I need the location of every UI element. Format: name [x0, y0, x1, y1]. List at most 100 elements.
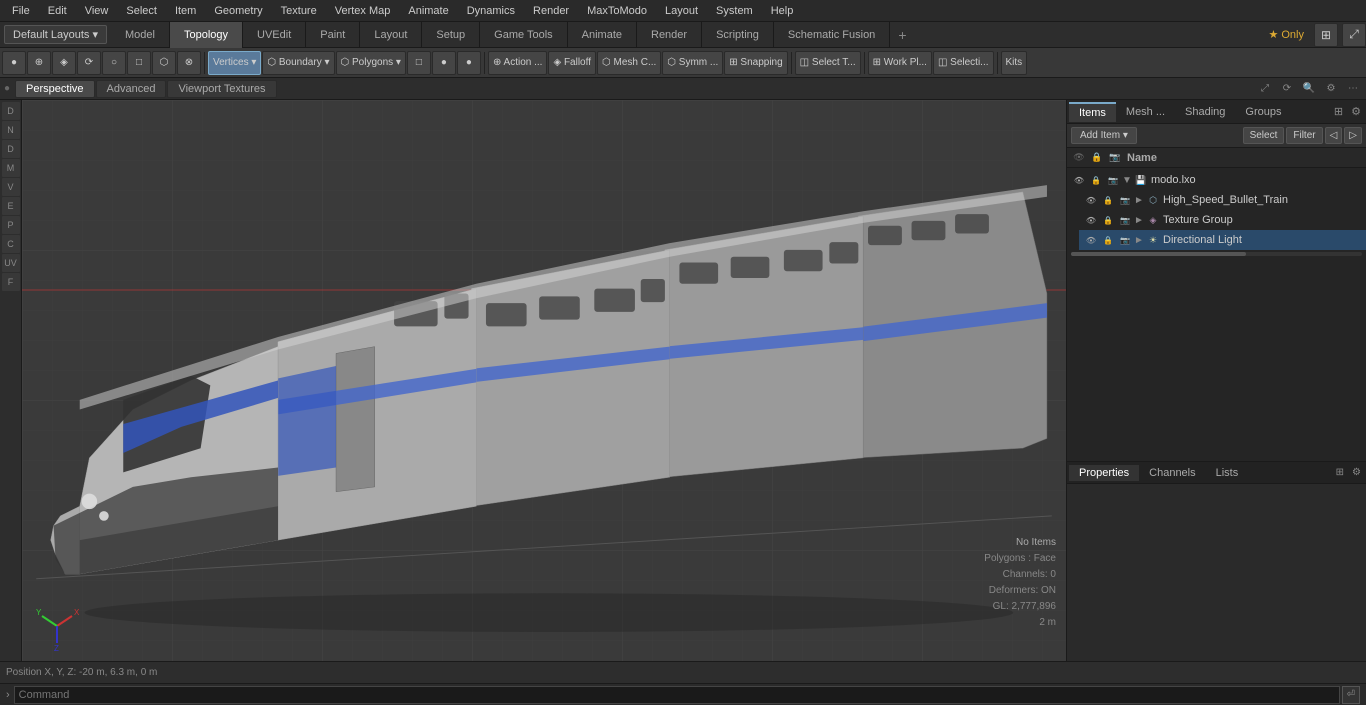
panel-settings-icon[interactable]: ⚙ — [1348, 105, 1364, 118]
tool-hex-btn[interactable]: ⬡ — [152, 51, 176, 75]
viewport-3d[interactable]: X Y Z No Items Polygons : Face Channels:… — [22, 100, 1066, 661]
tool-rotate-btn[interactable]: ⟳ — [77, 51, 101, 75]
menu-maxtomodo[interactable]: MaxToModo — [579, 3, 655, 19]
symm-btn[interactable]: ⬡ Symm ... — [662, 51, 723, 75]
tree-vis-root[interactable]: 👁 — [1071, 172, 1087, 188]
prop-tab-properties[interactable]: Properties — [1069, 465, 1139, 481]
tool-circle-btn[interactable]: ○ — [102, 51, 126, 75]
tree-vis2-texgrp[interactable]: 🔒 — [1100, 212, 1116, 228]
prop-tab-lists[interactable]: Lists — [1206, 465, 1249, 481]
tree-vis2-mesh[interactable]: 🔒 — [1100, 192, 1116, 208]
menu-animate[interactable]: Animate — [400, 3, 456, 19]
tree-expand-root[interactable]: ▼ — [1122, 175, 1134, 186]
vp-tab-textures[interactable]: Viewport Textures — [167, 80, 276, 98]
polygons-btn[interactable]: ⬡ Polygons ▾ — [336, 51, 406, 75]
falloff-btn[interactable]: ◈ Falloff — [548, 51, 596, 75]
sidebar-btn-dup[interactable]: D — [2, 140, 20, 158]
command-input[interactable] — [14, 686, 1340, 704]
menu-file[interactable]: File — [4, 3, 38, 19]
panel-tab-mesh[interactable]: Mesh ... — [1116, 103, 1175, 121]
menu-texture[interactable]: Texture — [273, 3, 325, 19]
selectt-btn[interactable]: ◫ Select T... — [795, 51, 861, 75]
panel-expand-icon[interactable]: ⊞ — [1331, 105, 1346, 118]
tree-item-root[interactable]: 👁 🔒 📷 ▼ 💾 modo.lxo — [1067, 170, 1366, 190]
workpl-btn[interactable]: ⊞ Work Pl... — [868, 51, 932, 75]
tree-vis3-mesh[interactable]: 📷 — [1117, 192, 1133, 208]
sidebar-btn-mesh[interactable]: M — [2, 159, 20, 177]
tool-select-btn[interactable]: ● — [2, 51, 26, 75]
fullscreen-button[interactable]: ⤢ — [1342, 23, 1366, 47]
tree-scrollbar[interactable] — [1071, 252, 1362, 256]
tree-vis2-dirlight[interactable]: 🔒 — [1100, 232, 1116, 248]
tree-item-dirlight[interactable]: 👁 🔒 📷 ► ☀ Directional Light — [1079, 230, 1366, 250]
menu-geometry[interactable]: Geometry — [206, 3, 270, 19]
meshc-btn[interactable]: ⬡ Mesh C... — [597, 51, 661, 75]
sidebar-btn-f[interactable]: F — [2, 273, 20, 291]
vp-tab-perspective[interactable]: Perspective — [15, 80, 94, 98]
prop-tab-channels[interactable]: Channels — [1139, 465, 1205, 481]
snapping-btn[interactable]: ⊞ Snapping — [724, 51, 787, 75]
tree-vis3-root[interactable]: 📷 — [1105, 172, 1121, 188]
tab-setup[interactable]: Setup — [422, 22, 480, 48]
menu-item[interactable]: Item — [167, 3, 204, 19]
tab-render[interactable]: Render — [637, 22, 702, 48]
sidebar-btn-pol[interactable]: P — [2, 216, 20, 234]
panel-tab-groups[interactable]: Groups — [1235, 103, 1291, 121]
tree-expand-texgrp[interactable]: ► — [1134, 215, 1146, 226]
tab-gametools[interactable]: Game Tools — [480, 22, 568, 48]
menu-view[interactable]: View — [77, 3, 117, 19]
vp-refresh-icon[interactable]: ⟳ — [1278, 80, 1296, 98]
vertices-btn[interactable]: Vertices ▾ — [208, 51, 261, 75]
prop-expand-icon[interactable]: ⊞ — [1333, 467, 1347, 478]
boundary-btn[interactable]: ⬡ Boundary ▾ — [262, 51, 334, 75]
tool-world-btn[interactable]: ⊕ — [27, 51, 51, 75]
tab-layout[interactable]: Layout — [360, 22, 422, 48]
tool-small3[interactable]: ● — [457, 51, 481, 75]
layouts-dropdown[interactable]: Default Layouts ▾ — [4, 25, 107, 44]
tool-small1[interactable]: □ — [407, 51, 431, 75]
tab-scripting[interactable]: Scripting — [702, 22, 774, 48]
vp-settings-icon[interactable]: ⚙ — [1322, 80, 1340, 98]
panel-collapse-btn[interactable]: ◁ — [1325, 127, 1343, 144]
sidebar-btn-1[interactable]: D — [2, 102, 20, 120]
command-submit-button[interactable]: ⏎ — [1342, 686, 1360, 704]
selecti-btn[interactable]: ◫ Selecti... — [933, 51, 994, 75]
add-item-button[interactable]: Add Item ▾ — [1071, 127, 1137, 144]
tree-item-texgrp[interactable]: 👁 🔒 📷 ► ◈ Texture Group — [1079, 210, 1366, 230]
scene-tree[interactable]: 👁 🔒 📷 ▼ 💾 modo.lxo 👁 🔒 📷 ► ⬡ High_Speed_… — [1067, 168, 1366, 461]
tree-vis3-texgrp[interactable]: 📷 — [1117, 212, 1133, 228]
tool-small2[interactable]: ● — [432, 51, 456, 75]
panel-tab-items[interactable]: Items — [1069, 102, 1116, 122]
sidebar-btn-e[interactable]: E — [2, 197, 20, 215]
star-only-button[interactable]: ★ Only — [1262, 28, 1310, 41]
tree-vis-texgrp[interactable]: 👁 — [1083, 212, 1099, 228]
action-btn[interactable]: ⊕ Action ... — [488, 51, 548, 75]
tree-vis-dirlight[interactable]: 👁 — [1083, 232, 1099, 248]
tab-schematic[interactable]: Schematic Fusion — [774, 22, 890, 48]
maximize-button[interactable]: ⊞ — [1314, 23, 1338, 47]
menu-dynamics[interactable]: Dynamics — [459, 3, 523, 19]
vp-fit-icon[interactable]: ⤢ — [1256, 80, 1274, 98]
sidebar-btn-c[interactable]: C — [2, 235, 20, 253]
sidebar-btn-2[interactable]: N — [2, 121, 20, 139]
sidebar-btn-uv[interactable]: UV — [2, 254, 20, 272]
tab-topology[interactable]: Topology — [170, 22, 243, 48]
vp-tab-advanced[interactable]: Advanced — [96, 80, 167, 98]
prop-settings-icon[interactable]: ⚙ — [1349, 467, 1364, 478]
menu-system[interactable]: System — [708, 3, 761, 19]
tree-expand-mesh[interactable]: ► — [1134, 195, 1146, 206]
vp-more-icon[interactable]: ⋯ — [1344, 80, 1362, 98]
tree-vis2-root[interactable]: 🔒 — [1088, 172, 1104, 188]
tool-square-btn[interactable]: □ — [127, 51, 151, 75]
menu-layout[interactable]: Layout — [657, 3, 706, 19]
tab-model[interactable]: Model — [111, 22, 170, 48]
menu-edit[interactable]: Edit — [40, 3, 75, 19]
vp-search-icon[interactable]: 🔍 — [1300, 80, 1318, 98]
tree-vis-mesh[interactable]: 👁 — [1083, 192, 1099, 208]
tool-cross-btn[interactable]: ⊗ — [177, 51, 201, 75]
tree-expand-dirlight[interactable]: ► — [1134, 235, 1146, 246]
sidebar-btn-v[interactable]: V — [2, 178, 20, 196]
tree-item-mesh[interactable]: 👁 🔒 📷 ► ⬡ High_Speed_Bullet_Train — [1079, 190, 1366, 210]
filter-button[interactable]: Filter — [1286, 127, 1322, 144]
tab-animate[interactable]: Animate — [568, 22, 637, 48]
